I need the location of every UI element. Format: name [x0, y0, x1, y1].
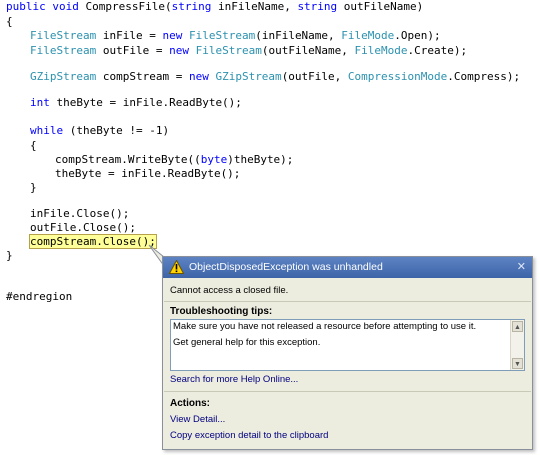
code-line-4: FileStream outFile = new FileStream(outF… — [30, 43, 468, 57]
copy-exception-link[interactable]: Copy exception detail to the clipboard — [170, 430, 328, 441]
view-detail-link[interactable]: View Detail... — [170, 414, 225, 425]
scroll-down-icon[interactable]: ▼ — [512, 358, 523, 369]
exception-title: ObjectDisposedException was unhandled — [189, 261, 383, 273]
code-line-14: } — [30, 180, 37, 194]
code-line-3: FileStream inFile = new FileStream(inFil… — [30, 29, 441, 42]
troubleshooting-heading: Troubleshooting tips: — [170, 306, 273, 317]
current-statement-highlight: compStream.Close(); — [29, 234, 157, 249]
scroll-up-icon[interactable]: ▲ — [512, 321, 523, 332]
troubleshooting-tips-list[interactable]: Make sure you have not released a resour… — [170, 319, 525, 371]
code-line-8: int theByte = inFile.ReadByte(); — [30, 96, 242, 109]
tip-item-release-resource[interactable]: Make sure you have not released a resour… — [173, 321, 476, 332]
code-line-endregion: #endregion — [6, 290, 73, 303]
code-line-11: { — [30, 138, 37, 152]
divider — [164, 391, 531, 392]
code-line-12: compStream.WriteByte((byte)theByte); — [55, 152, 294, 166]
actions-heading: Actions: — [170, 398, 210, 409]
search-help-online-link[interactable]: Search for more Help Online... — [170, 374, 298, 385]
code-line-19: } — [6, 249, 13, 262]
code-line-10: while (theByte != -1) — [30, 124, 170, 137]
close-icon[interactable]: ✕ — [517, 260, 526, 273]
tips-scrollbar[interactable]: ▲ ▼ — [510, 320, 524, 370]
exception-message: Cannot access a closed file. — [170, 285, 289, 296]
code-line-13: theByte = inFile.ReadByte(); — [55, 166, 241, 180]
warning-icon — [169, 260, 184, 274]
code-line-16: inFile.Close(); — [30, 207, 130, 220]
code-line-1: public void CompressFile(string inFileNa… — [6, 0, 424, 13]
code-line-6: GZipStream compStream = new GZipStream(o… — [30, 69, 521, 83]
code-line-18: compStream.Close(); — [29, 234, 157, 249]
code-line-17: outFile.Close(); — [30, 221, 136, 234]
exception-assistant: ObjectDisposedException was unhandled ✕ … — [162, 256, 533, 450]
tip-item-general-help[interactable]: Get general help for this exception. — [173, 337, 320, 348]
code-line-2: { — [6, 14, 13, 28]
exception-title-bar: ObjectDisposedException was unhandled ✕ — [163, 257, 532, 278]
divider — [164, 301, 531, 302]
